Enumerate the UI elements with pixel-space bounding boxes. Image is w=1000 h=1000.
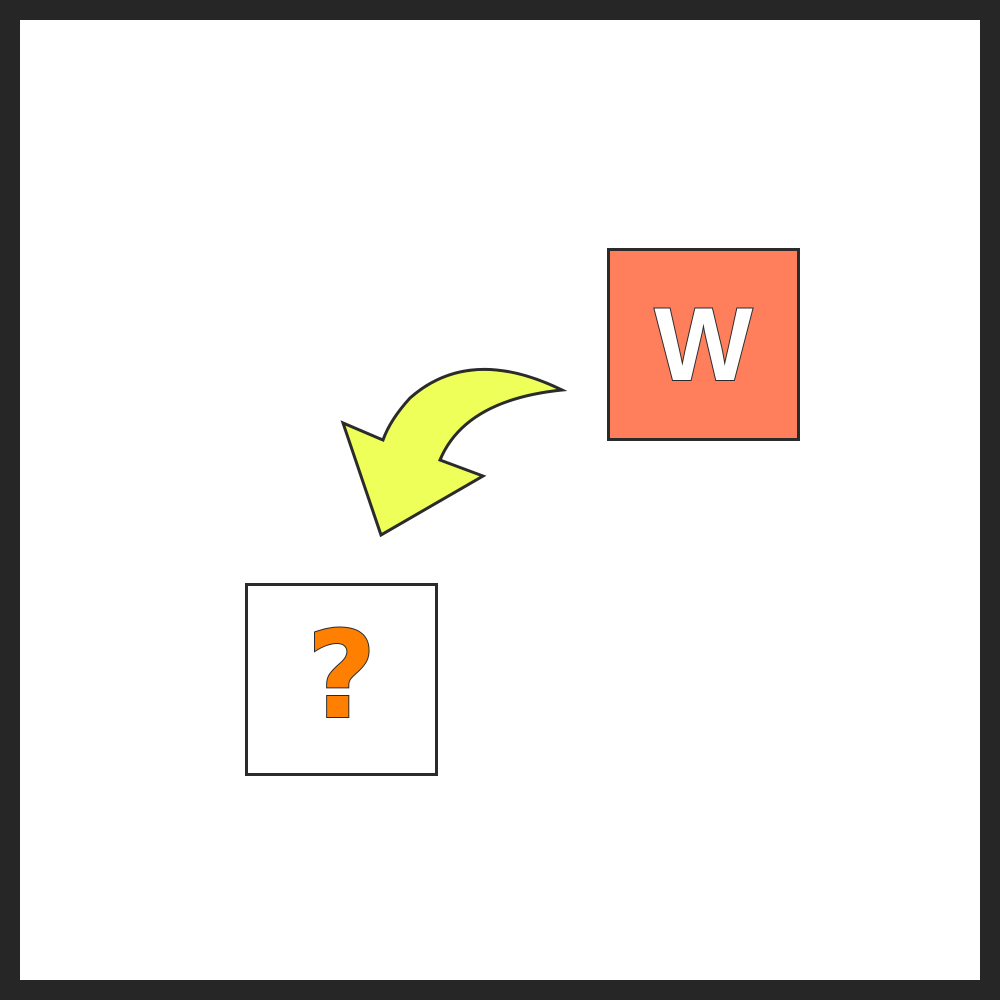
source-letter-tile: W <box>607 248 800 441</box>
target-unknown-tile: ? <box>245 583 438 776</box>
diagram-frame <box>0 0 1000 1000</box>
question-mark-icon: ? <box>306 606 378 746</box>
source-letter: W <box>653 286 753 403</box>
